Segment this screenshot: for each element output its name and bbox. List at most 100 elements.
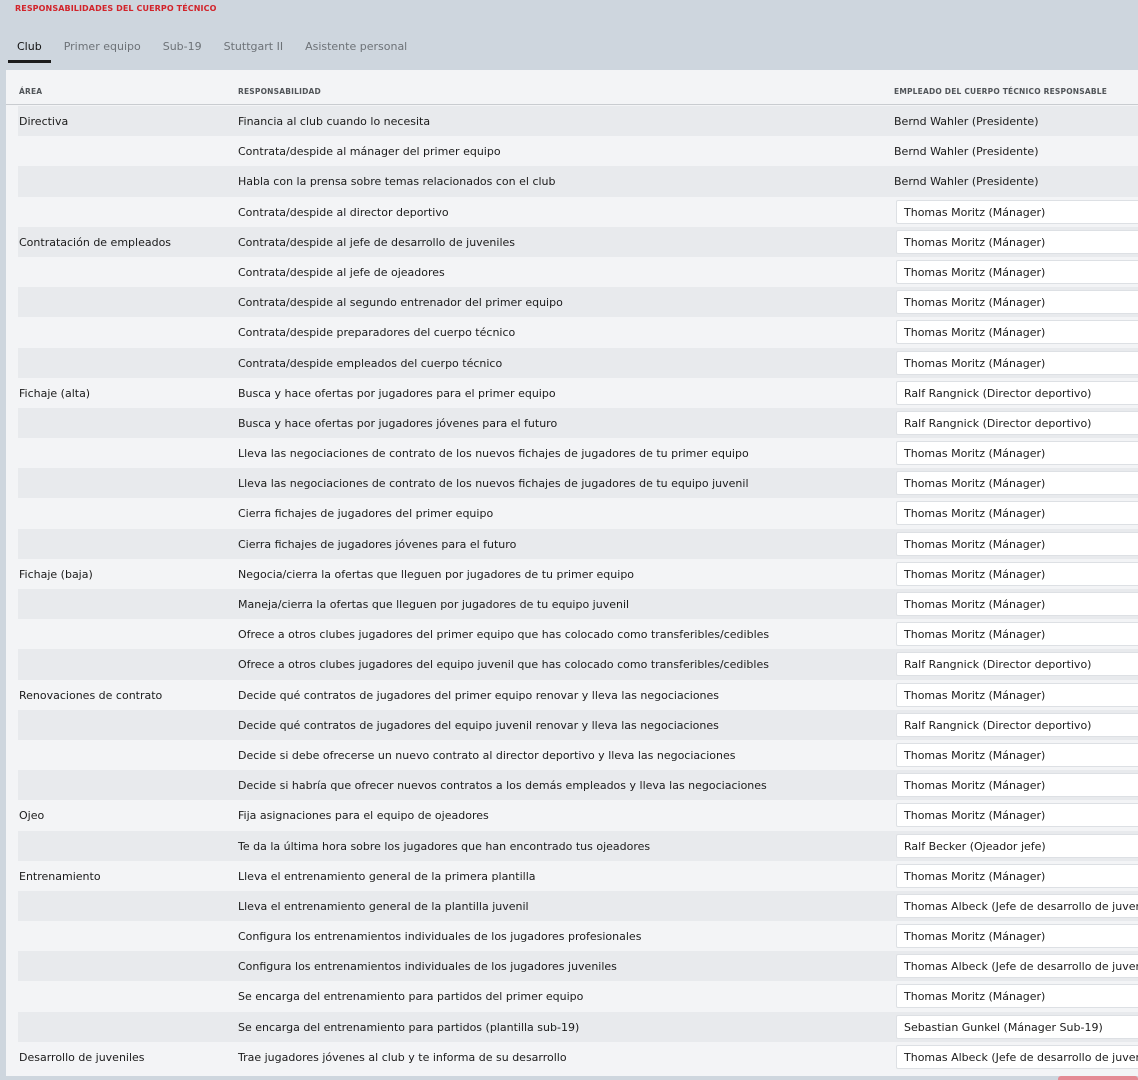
employee-dropdown-value: Thomas Moritz (Mánager) [904, 356, 1046, 370]
employee-dropdown-value: Thomas Moritz (Mánager) [904, 567, 1046, 581]
row-area: Renovaciones de contrato [19, 688, 163, 702]
employee-dropdown-value: Sebastian Gunkel (Mánager Sub-19) [904, 1020, 1103, 1034]
table-row: Contrata/despide al mánager del primer e… [18, 136, 1138, 166]
row-responsibility: Contrata/despide al segundo entrenador d… [238, 296, 563, 310]
row-employee: Bernd Wahler (Presidente) [894, 145, 1039, 159]
employee-dropdown[interactable]: Thomas Moritz (Mánager) [896, 229, 1138, 254]
row-responsibility: Lleva el entrenamiento general de la pri… [238, 869, 536, 883]
row-responsibility: Se encarga del entrenamiento para partid… [238, 1020, 580, 1034]
employee-dropdown-value: Ralf Becker (Ojeador jefe) [904, 839, 1046, 853]
employee-dropdown[interactable]: Thomas Moritz (Mánager) [896, 592, 1138, 616]
tab-bar: Club Primer equipo Sub-19 Stuttgart II A… [8, 34, 420, 64]
employee-dropdown-value: Thomas Moritz (Mánager) [904, 326, 1046, 340]
employee-dropdown[interactable]: Thomas Moritz (Mánager) [896, 350, 1138, 375]
employee-dropdown-value: Thomas Albeck (Jefe de desarrollo de juv… [904, 960, 1138, 974]
employee-dropdown-value: Thomas Moritz (Mánager) [904, 537, 1046, 551]
table-row: Se encarga del entrenamiento para partid… [18, 1011, 1138, 1042]
employee-dropdown-value: Ralf Rangnick (Director deportivo) [904, 658, 1092, 672]
employee-dropdown[interactable]: Thomas Moritz (Mánager) [896, 803, 1138, 828]
row-responsibility: Ofrece a otros clubes jugadores del equi… [238, 658, 769, 672]
employee-dropdown[interactable]: Thomas Moritz (Mánager) [896, 320, 1138, 345]
page-title: RESPONSABILIDADES DEL CUERPO TÉCNICO [15, 4, 217, 13]
employee-dropdown[interactable]: Ralf Rangnick (Director deportivo) [896, 380, 1138, 405]
employee-dropdown[interactable]: Ralf Becker (Ojeador jefe) [896, 833, 1138, 858]
employee-dropdown[interactable]: Thomas Moritz (Mánager) [896, 984, 1138, 1009]
row-area: Directiva [19, 115, 69, 128]
tab-asistente-personal[interactable]: Asistente personal [296, 34, 416, 64]
column-header-employee[interactable]: EMPLEADO DEL CUERPO TÉCNICO RESPONSABLE [894, 87, 1107, 96]
table-row: Directiva Financia al club cuando lo nece… [18, 106, 1138, 137]
row-responsibility: Configura los entrenamientos individuale… [238, 930, 642, 944]
employee-dropdown-value: Thomas Moritz (Mánager) [904, 930, 1046, 944]
row-responsibility: Ofrece a otros clubes jugadores del prim… [238, 628, 770, 642]
table-row: Contrata/despide preparadores del cuerpo… [18, 317, 1138, 347]
row-responsibility: Negocia/cierra la ofertas que lleguen po… [238, 567, 635, 581]
table-row: Entrenamiento Lleva el entrenamiento gene… [18, 861, 1138, 891]
row-responsibility: Trae jugadores jóvenes al club y te info… [238, 1050, 567, 1064]
employee-dropdown-value: Thomas Moritz (Mánager) [904, 990, 1046, 1004]
row-responsibility: Contrata/despide empleados del cuerpo té… [238, 356, 503, 370]
employee-dropdown[interactable]: Thomas Moritz (Mánager) [896, 471, 1138, 496]
employee-dropdown[interactable]: Thomas Albeck (Jefe de desarrollo de juv… [896, 893, 1138, 918]
table-row: Ojeo Fija asignaciones para el equipo de … [18, 800, 1138, 830]
employee-dropdown[interactable]: Thomas Moritz (Mánager) [896, 441, 1138, 466]
employee-dropdown-value: Thomas Moritz (Mánager) [904, 779, 1046, 793]
employee-dropdown[interactable]: Thomas Albeck (Jefe de desarrollo de juv… [896, 954, 1138, 979]
table-row: Decide si habría que ofrecer nuevos cont… [18, 770, 1138, 801]
employee-dropdown-value: Thomas Moritz (Mánager) [904, 265, 1046, 279]
employee-dropdown[interactable]: Thomas Moritz (Mánager) [896, 742, 1138, 767]
tab-primer-equipo[interactable]: Primer equipo [55, 34, 150, 64]
employee-dropdown[interactable]: Thomas Moritz (Mánager) [896, 259, 1138, 284]
employee-dropdown[interactable]: Thomas Moritz (Mánager) [896, 290, 1138, 315]
employee-dropdown[interactable]: Thomas Moritz (Mánager) [896, 682, 1138, 707]
employee-dropdown-value: Thomas Moritz (Mánager) [904, 235, 1046, 249]
employee-dropdown-value: Ralf Rangnick (Director deportivo) [904, 718, 1092, 732]
table-row: Maneja/cierra la ofertas que lleguen por… [18, 589, 1138, 620]
employee-dropdown[interactable]: Ralf Rangnick (Director deportivo) [896, 652, 1138, 677]
row-employee: Bernd Wahler (Presidente) [894, 175, 1039, 189]
tab-sub-19[interactable]: Sub-19 [154, 34, 211, 64]
page-header: RESPONSABILIDADES DEL CUERPO TÉCNICO Clu… [0, 0, 1138, 70]
row-area: Contratación de empleados [19, 235, 172, 249]
employee-dropdown[interactable]: Thomas Moritz (Mánager) [896, 863, 1138, 888]
employee-dropdown-value: Thomas Moritz (Mánager) [904, 748, 1046, 762]
row-responsibility: Contrata/despide al director deportivo [238, 205, 449, 219]
table-row: Cierra fichajes de jugadores del primer … [18, 498, 1138, 528]
tab-club[interactable]: Club [8, 34, 51, 64]
column-header-area[interactable]: ÁREA [19, 87, 42, 96]
row-responsibility: Configura los entrenamientos individuale… [238, 960, 617, 974]
row-responsibility: Contrata/despide al jefe de ojeadores [238, 265, 445, 279]
employee-dropdown-value: Thomas Moritz (Mánager) [904, 628, 1046, 642]
bottom-accent [1058, 1076, 1138, 1080]
row-responsibility: Decide qué contratos de jugadores del pr… [238, 688, 720, 702]
table-row: Se encarga del entrenamiento para partid… [18, 981, 1138, 1011]
employee-dropdown[interactable]: Thomas Moritz (Mánager) [896, 199, 1138, 224]
table-row: Contrata/despide al director deportivo Th… [18, 197, 1138, 227]
employee-dropdown-value: Thomas Moritz (Mánager) [904, 809, 1046, 823]
column-header-responsibility[interactable]: RESPONSABILIDAD [238, 87, 321, 96]
employee-dropdown[interactable]: Thomas Moritz (Mánager) [896, 773, 1138, 798]
row-responsibility: Decide qué contratos de jugadores del eq… [238, 718, 719, 732]
employee-dropdown[interactable]: Thomas Moritz (Mánager) [896, 531, 1138, 556]
table-row: Ofrece a otros clubes jugadores del prim… [18, 619, 1138, 649]
employee-dropdown[interactable]: Thomas Albeck (Jefe de desarrollo de juv… [896, 1044, 1138, 1069]
employee-dropdown-value: Thomas Moritz (Mánager) [904, 869, 1046, 883]
row-responsibility: Lleva las negociaciones de contrato de l… [238, 447, 749, 461]
employee-dropdown[interactable]: Thomas Moritz (Mánager) [896, 501, 1138, 526]
employee-dropdown[interactable]: Ralf Rangnick (Director deportivo) [896, 410, 1138, 435]
row-responsibility: Contrata/despide al mánager del primer e… [238, 145, 501, 159]
responsibilities-table: Directiva Financia al club cuando lo nece… [18, 106, 1138, 1072]
table-row: Lleva las negociaciones de contrato de l… [18, 468, 1138, 499]
employee-dropdown-value: Thomas Moritz (Mánager) [904, 447, 1046, 461]
employee-dropdown[interactable]: Thomas Moritz (Mánager) [896, 561, 1138, 586]
employee-dropdown[interactable]: Thomas Moritz (Mánager) [896, 924, 1138, 949]
table-row: Configura los entrenamientos individuale… [18, 921, 1138, 951]
row-responsibility: Lleva el entrenamiento general de la pla… [238, 899, 529, 913]
employee-dropdown[interactable]: Ralf Rangnick (Director deportivo) [896, 712, 1138, 737]
employee-dropdown-value: Thomas Moritz (Mánager) [904, 296, 1046, 310]
table-row: Decide si debe ofrecerse un nuevo contra… [18, 740, 1138, 770]
employee-dropdown[interactable]: Thomas Moritz (Mánager) [896, 622, 1138, 647]
tab-stuttgart-ii[interactable]: Stuttgart II [215, 34, 292, 64]
employee-dropdown[interactable]: Sebastian Gunkel (Mánager Sub-19) [896, 1014, 1138, 1039]
table-row: Te da la última hora sobre los jugadores… [18, 830, 1138, 861]
